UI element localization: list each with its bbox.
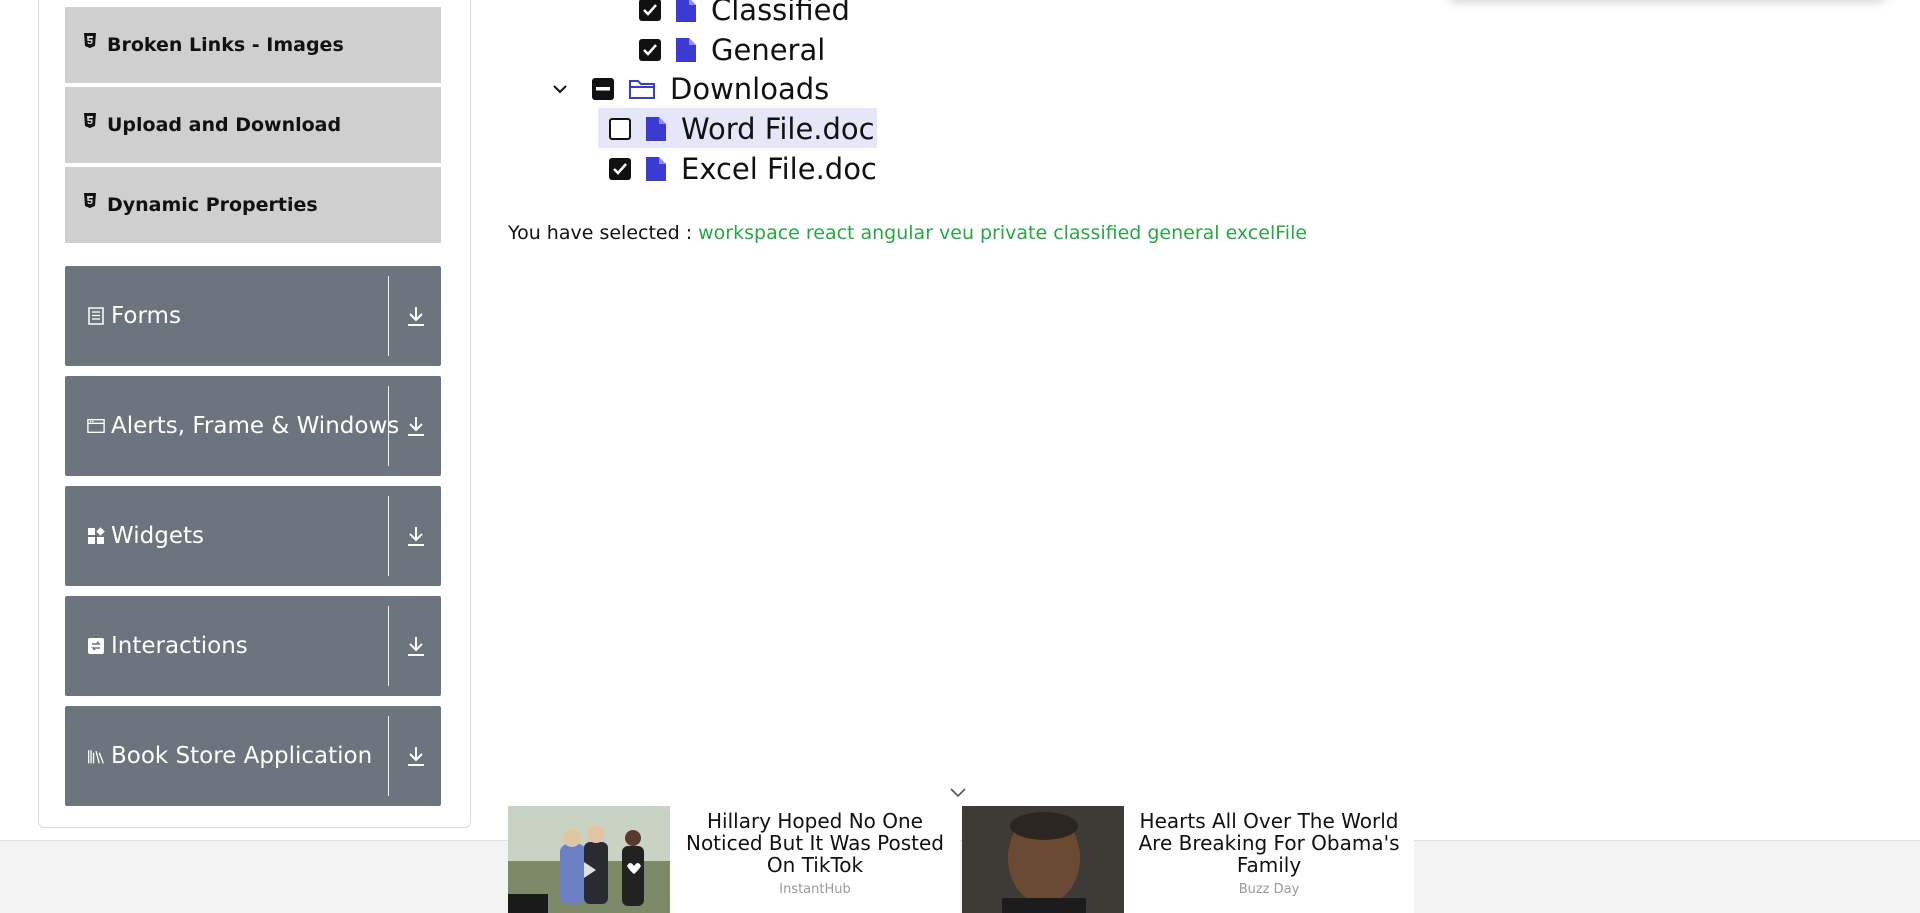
menu-item-label: Broken Links - Images	[107, 34, 344, 56]
group-interactions[interactable]: Interactions	[65, 596, 441, 696]
divider	[388, 716, 389, 796]
divider	[388, 606, 389, 686]
download-icon[interactable]	[401, 742, 431, 770]
html5-icon	[84, 33, 96, 48]
menu-item-label: Dynamic Properties	[107, 194, 318, 216]
file-icon	[646, 157, 666, 181]
menu-item-label: Upload and Download	[107, 114, 342, 136]
selected-value: workspace	[698, 222, 800, 244]
tree-node-excel-file[interactable]: Excel File.doc	[609, 149, 877, 189]
menu-item-upload-and-download[interactable]: Upload and Download	[65, 85, 441, 163]
selected-value: classified	[1053, 222, 1142, 244]
group-alerts-frame-windows[interactable]: Alerts, Frame & Windows	[65, 376, 441, 476]
group-label: Forms	[111, 303, 181, 329]
tree-label: Classified	[711, 0, 850, 27]
group-label: Widgets	[111, 523, 204, 549]
selected-value: angular	[860, 222, 934, 244]
ad-thumbnail	[962, 806, 1124, 913]
tree-label: Excel File.doc	[681, 152, 877, 186]
selected-value: veu	[939, 222, 974, 244]
interactions-icon	[87, 637, 105, 655]
group-label: Book Store Application	[111, 743, 373, 769]
selected-value: general	[1147, 222, 1220, 244]
folder-icon	[629, 80, 655, 99]
window-icon	[87, 417, 105, 435]
group-book-store-application[interactable]: Book Store Application	[65, 706, 441, 806]
form-icon	[87, 307, 105, 325]
tree-node-classified[interactable]: Classified	[639, 0, 850, 30]
ad-card[interactable]: Hearts All Over The World Are Breaking F…	[962, 806, 1414, 913]
page-footer-band	[0, 840, 1920, 913]
group-forms[interactable]: Forms	[65, 266, 441, 366]
tree-label: General	[711, 33, 826, 67]
selection-prefix: You have selected :	[508, 222, 693, 244]
books-icon	[87, 747, 105, 765]
tree-node-general[interactable]: General	[639, 30, 825, 70]
menu-item-broken-links-images[interactable]: Broken Links - Images	[65, 5, 441, 83]
ad-source: InstantHub	[779, 882, 851, 897]
checkbox-indeterminate[interactable]	[592, 78, 614, 100]
download-icon[interactable]	[401, 302, 431, 330]
checkbox-checked[interactable]	[609, 158, 631, 180]
checkbox-checked[interactable]	[639, 0, 661, 21]
file-icon	[676, 0, 696, 22]
selected-value: excelFile	[1225, 222, 1308, 244]
selection-values: workspace react angular veu private classifie…	[698, 222, 1313, 244]
widgets-icon	[87, 527, 105, 545]
collapse-ads-icon[interactable]	[948, 786, 968, 800]
menu-item-dynamic-properties[interactable]: Dynamic Properties	[65, 165, 441, 243]
selection-result: You have selected : workspace react angula…	[508, 222, 1313, 244]
ad-title[interactable]: Hearts All Over The World Are Breaking F…	[1124, 810, 1414, 876]
group-label: Alerts, Frame & Windows	[111, 413, 400, 439]
download-icon[interactable]	[401, 522, 431, 550]
divider	[388, 386, 389, 466]
ad-thumbnail	[508, 806, 670, 913]
group-label: Interactions	[111, 633, 248, 659]
chevron-down-icon[interactable]	[550, 84, 570, 94]
ad-title[interactable]: Hillary Hoped No One Noticed But It Was …	[670, 810, 960, 876]
group-widgets[interactable]: Widgets	[65, 486, 441, 586]
checkbox-unchecked[interactable]	[609, 118, 631, 140]
download-icon[interactable]	[401, 412, 431, 440]
html5-icon	[84, 113, 96, 128]
file-icon	[646, 117, 666, 141]
file-icon	[676, 38, 696, 62]
selected-value: private	[980, 222, 1048, 244]
selected-value: react	[805, 222, 855, 244]
divider	[388, 496, 389, 576]
ad-card[interactable]: Hillary Hoped No One Noticed But It Was …	[508, 806, 960, 913]
tree-label: Word File.doc	[681, 112, 875, 146]
tree-node-word-file[interactable]: Word File.doc	[609, 109, 875, 149]
divider	[388, 276, 389, 356]
checkbox-checked[interactable]	[639, 39, 661, 61]
html5-icon	[84, 193, 96, 208]
ad-source: Buzz Day	[1238, 882, 1300, 897]
tree-node-downloads[interactable]: Downloads	[550, 69, 829, 109]
download-icon[interactable]	[401, 632, 431, 660]
tree-label: Downloads	[670, 72, 830, 106]
